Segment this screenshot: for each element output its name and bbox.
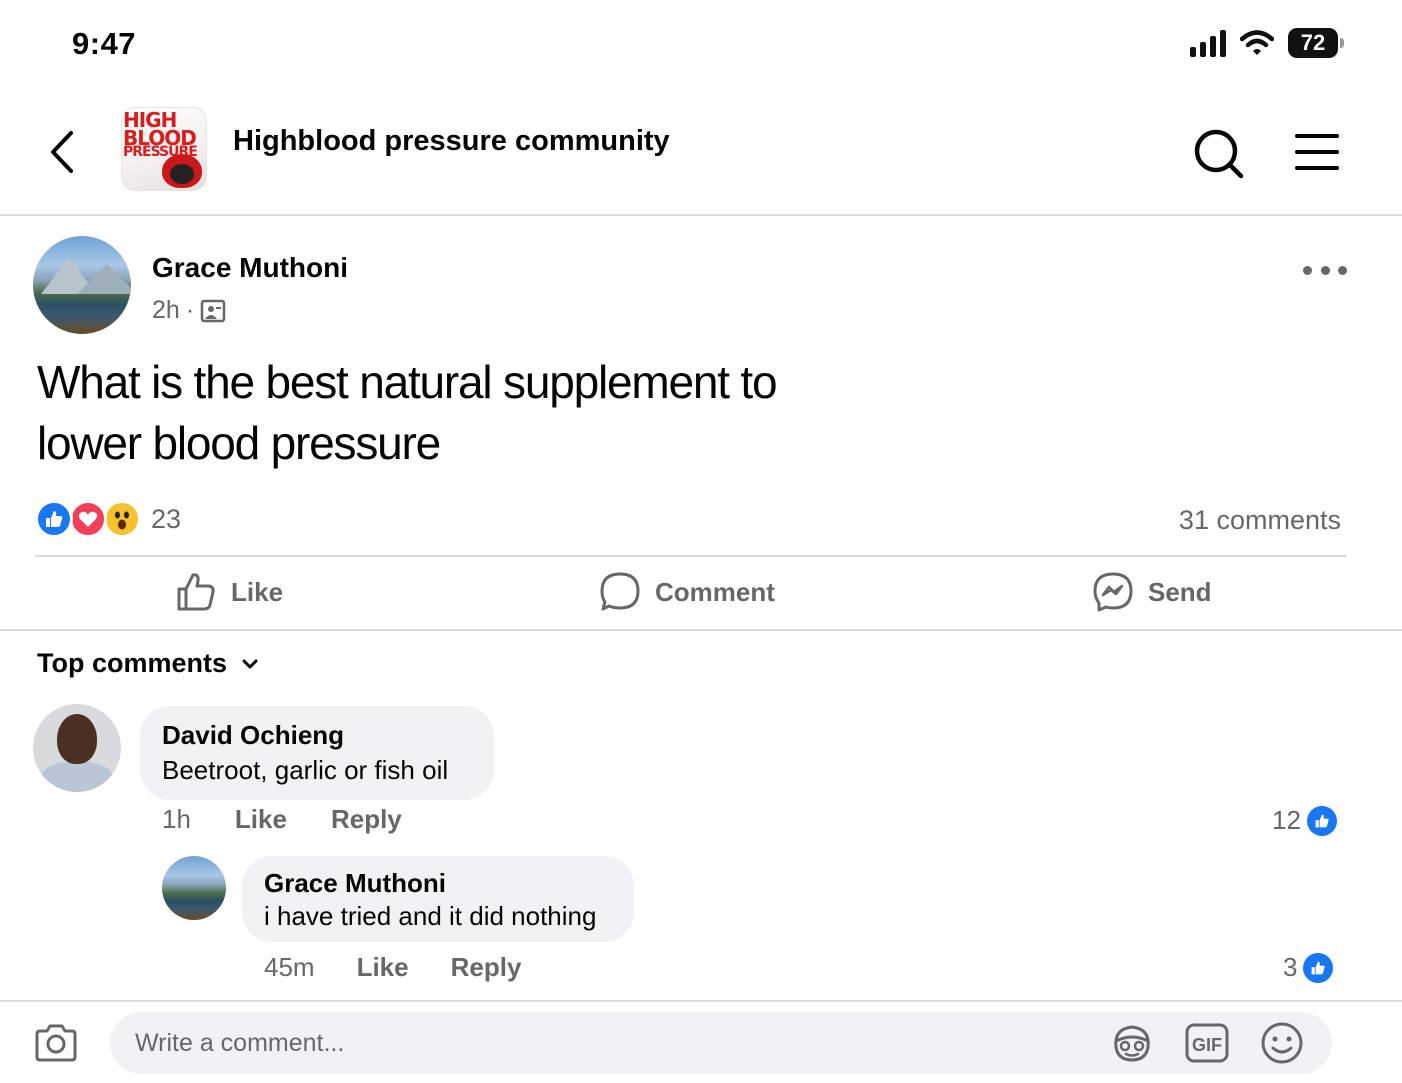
reply-text: i have tried and it did nothing — [264, 901, 597, 931]
love-reaction-icon — [69, 500, 107, 538]
gif-icon: GIF — [1185, 1023, 1229, 1063]
post-author-name[interactable]: Grace Muthoni — [152, 252, 348, 284]
avatar-sticker-button[interactable] — [1109, 1020, 1155, 1066]
stethoscope-icon — [170, 164, 194, 184]
comment-sort-dropdown[interactable]: Top comments — [37, 648, 259, 679]
send-label: Send — [1148, 576, 1212, 607]
like-button[interactable]: Like — [175, 571, 283, 613]
chevron-left-icon — [51, 131, 73, 173]
avatar-head — [57, 714, 97, 764]
comment-like-count[interactable]: 12 — [1272, 805, 1337, 836]
comment-meta: 1h Like Reply — [162, 804, 402, 835]
smiley-icon — [1261, 1022, 1303, 1064]
avatar-sticker-icon — [1114, 1025, 1150, 1062]
avatar-mountain — [77, 264, 131, 294]
reply-like-count[interactable]: 3 — [1283, 952, 1334, 983]
reply-author-avatar[interactable] — [162, 856, 226, 920]
comment-button[interactable]: Comment — [599, 571, 775, 613]
heart-icon — [78, 511, 98, 527]
comment-like-button[interactable]: Like — [235, 804, 287, 835]
like-reaction-icon — [1303, 952, 1334, 983]
send-button[interactable]: Send — [1092, 571, 1212, 613]
comment-like-number: 12 — [1272, 805, 1301, 835]
status-icons: 72 — [1190, 28, 1344, 58]
group-title[interactable]: Highblood pressure community — [233, 125, 670, 158]
reply-reply-button[interactable]: Reply — [451, 952, 522, 983]
comment-reply-button[interactable]: Reply — [331, 804, 402, 835]
wifi-icon — [1240, 30, 1274, 55]
comment-text: Beetroot, garlic or fish oil — [162, 755, 449, 785]
divider — [0, 629, 1402, 631]
like-reaction-icon — [35, 500, 73, 538]
search-button[interactable] — [1190, 125, 1246, 181]
dot — [1320, 265, 1330, 275]
reply-time: 45m — [264, 952, 315, 982]
more-options-button[interactable] — [1303, 258, 1347, 282]
camera-icon — [35, 1024, 77, 1062]
avatar-body — [41, 762, 113, 792]
commenter-avatar[interactable] — [33, 704, 121, 792]
post-text: What is the best natural supplement to l… — [37, 356, 778, 469]
gif-label: GIF — [1192, 1035, 1222, 1055]
post-action-bar: Like Comment Send — [35, 555, 1347, 630]
comment-sort-label: Top comments — [37, 648, 228, 678]
back-button[interactable] — [40, 125, 84, 179]
post-time[interactable]: 2h — [152, 296, 180, 325]
reply-like-number: 3 — [1283, 952, 1298, 982]
wow-face-icon — [115, 511, 129, 530]
like-reaction-icon — [1306, 805, 1337, 836]
thumbs-up-icon — [1312, 961, 1326, 974]
group-header: HIGH BLOOD PRESSURE Highblood pressure c… — [0, 95, 1402, 216]
battery-icon: 72 — [1288, 28, 1344, 58]
thumbs-up-outline-icon — [177, 573, 215, 611]
comments-count[interactable]: 31 comments — [1179, 505, 1341, 536]
search-icon — [1194, 129, 1244, 179]
hamburger-menu-icon — [1295, 134, 1339, 170]
comment-time: 1h — [162, 804, 191, 834]
camera-button[interactable] — [33, 1022, 79, 1064]
chevron-down-icon — [242, 659, 258, 668]
commenter-name[interactable]: David Ochieng — [162, 718, 472, 752]
cellular-signal-icon — [1190, 29, 1226, 57]
reply-bubble[interactable]: Grace Muthoni i have tried and it did no… — [242, 856, 634, 942]
status-time: 9:47 — [72, 26, 137, 61]
reactions-summary[interactable]: 23 — [35, 500, 181, 538]
thumbs-up-icon — [46, 511, 63, 527]
like-label: Like — [231, 576, 284, 607]
meta-separator: · — [185, 296, 195, 324]
menu-button[interactable] — [1294, 131, 1340, 173]
wow-reaction-icon — [103, 500, 141, 538]
messenger-icon — [1093, 572, 1133, 612]
dot — [1303, 265, 1312, 275]
photo-icon — [200, 299, 226, 322]
gif-button[interactable]: GIF — [1184, 1020, 1230, 1066]
comment-bubble[interactable]: David Ochieng Beetroot, garlic or fish o… — [140, 706, 494, 800]
reply-meta: 45m Like Reply — [264, 952, 521, 983]
divider — [0, 1000, 1402, 1002]
status-bar: 9:47 72 — [0, 0, 1402, 90]
reaction-count: 23 — [151, 503, 182, 534]
reply-like-button[interactable]: Like — [357, 952, 409, 983]
comment-bubble-icon — [600, 572, 640, 611]
group-logo[interactable]: HIGH BLOOD PRESSURE — [121, 107, 207, 191]
dot — [1338, 265, 1347, 275]
author-avatar[interactable] — [33, 236, 131, 334]
thumbs-up-icon — [1315, 814, 1329, 827]
comment-label: Comment — [655, 576, 775, 607]
post-meta: 2h · — [152, 296, 226, 325]
emoji-button[interactable] — [1259, 1020, 1305, 1066]
reply-author-name[interactable]: Grace Muthoni — [264, 866, 612, 900]
